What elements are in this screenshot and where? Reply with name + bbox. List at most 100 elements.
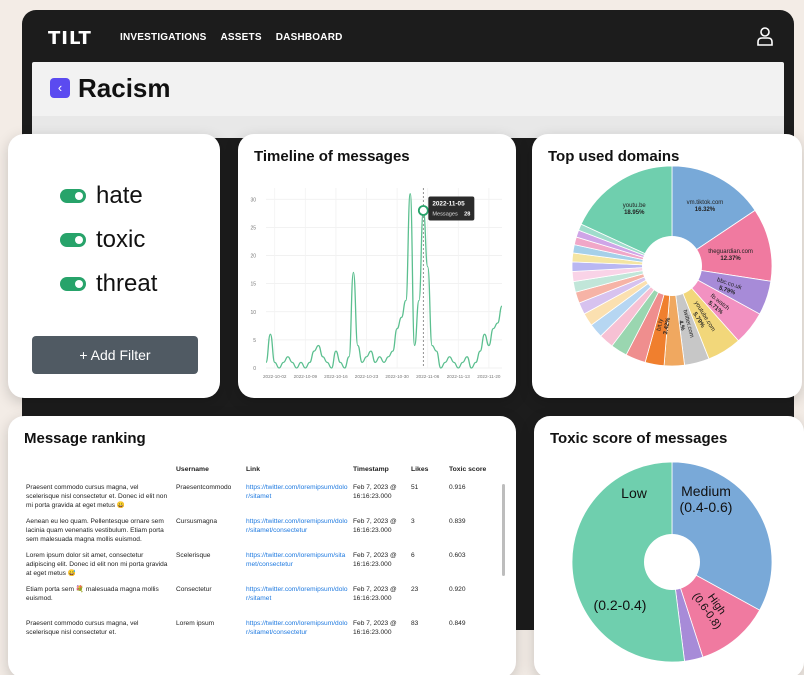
ranking-card: Message ranking Username Link Timestamp … — [8, 416, 516, 675]
slice-label-range: (0.4-0.6) — [680, 499, 733, 515]
username-cell: Lorem ipsum — [176, 620, 215, 627]
filter-label: hate — [96, 182, 143, 209]
x-tick-label: 2022-10-09 — [294, 374, 318, 379]
link-cell[interactable]: https://twitter.com/loremipsum/dolor/sit… — [244, 619, 351, 653]
filter-toxic[interactable]: toxic — [60, 226, 145, 254]
column-header[interactable]: Username — [174, 466, 244, 483]
timeline-card: Timeline of messages 0 5 10 15 20 25 30 2022-10… — [238, 134, 516, 398]
x-tick-label: 2022-10-30 — [385, 374, 409, 379]
likes-cell: 83 — [411, 620, 419, 627]
slice-label-value: 18.95% — [624, 210, 645, 216]
message-cell: Etiam porta sem 💐 malesuada magna mollis… — [26, 586, 159, 602]
tilt-logo[interactable]: TILT — [48, 28, 92, 49]
slice-label: youtu.be18.95% — [623, 203, 647, 216]
message-cell: Praesent commodo cursus magna, vel scele… — [26, 620, 139, 636]
filter-hate[interactable]: hate — [60, 182, 143, 210]
toggle-switch[interactable] — [60, 233, 86, 247]
slice-label-range: (0.2-0.4) — [594, 597, 647, 613]
column-header[interactable]: Likes — [409, 466, 447, 483]
link-cell[interactable]: https://twitter.com/loremipsum/sitamet/c… — [244, 551, 351, 585]
toxic-card: Toxic score of messages Medium (0.4-0.6) H… — [534, 416, 804, 675]
table-row: Aenean eu leo quam. Pellentesque ornare … — [24, 517, 494, 551]
tooltip-date: 2022-11-05 — [432, 201, 465, 208]
y-tick-label: 10 — [250, 310, 256, 316]
tooltip-label: Messages — [432, 212, 458, 218]
timestamp-cell: Feb 7, 2023 @ 16:16:23.000 — [353, 518, 397, 534]
card-title: Timeline of messages — [254, 148, 410, 165]
link-cell[interactable]: https://twitter.com/loremipsum/dolor/sit… — [244, 585, 351, 619]
domains-pie-chart[interactable]: vm.tiktok.com16.32% theguardian.com12.37%… — [532, 134, 802, 398]
table-scrollbar[interactable] — [502, 484, 505, 576]
message-cell: Praesent commodo cursus magna, vel scele… — [26, 484, 168, 509]
column-header-message — [24, 466, 174, 483]
toggle-switch[interactable] — [60, 189, 86, 203]
tooltip-value: 28 — [464, 212, 470, 218]
back-button[interactable]: ‹ — [50, 78, 70, 98]
table-header: Username Link Timestamp Likes Toxic scor… — [24, 466, 494, 483]
link-cell[interactable]: https://twitter.com/loremipsum/dolor/sit… — [244, 517, 351, 551]
table-row: Praesent commodo cursus magna, vel scele… — [24, 619, 494, 653]
score-cell: 0.603 — [449, 552, 466, 559]
y-tick-label: 20 — [250, 254, 256, 260]
timestamp-cell: Feb 7, 2023 @ 16:16:23.000 — [353, 586, 397, 602]
nav-item-dashboard[interactable]: DASHBOARD — [276, 32, 343, 43]
username-cell: Scelerisque — [176, 552, 211, 559]
slice-label-name: Medium — [681, 483, 731, 499]
slice-label: Medium(0.4-0.6) — [680, 483, 733, 515]
timestamp-cell: Feb 7, 2023 @ 16:16:23.000 — [353, 484, 397, 500]
y-tick-label: 25 — [250, 225, 256, 231]
link-cell[interactable]: https://twitter.com/loremipsum/dolor/sit… — [244, 483, 351, 517]
x-tick-label: 2022-11-13 — [447, 374, 471, 379]
nav-item-investigations[interactable]: INVESTIGATIONS — [120, 32, 207, 43]
timestamp-cell: Feb 7, 2023 @ 16:16:23.000 — [353, 552, 397, 568]
username-cell: Praesentcommodo — [176, 484, 232, 491]
toggle-switch[interactable] — [60, 277, 86, 291]
column-header[interactable]: Timestamp — [351, 466, 409, 483]
slice-label-value: 12.37% — [720, 256, 741, 262]
x-tick-label: 2022-11-20 — [477, 374, 501, 379]
column-header[interactable]: Toxic score — [447, 466, 494, 483]
score-cell: 0.849 — [449, 620, 466, 627]
likes-cell: 3 — [411, 518, 415, 525]
slice-label-name: vm.tiktok.com — [687, 200, 724, 206]
filters-card: hate toxic threat + Add Filter — [8, 134, 220, 398]
table-row: Praesent commodo cursus magna, vel scele… — [24, 483, 494, 517]
slice-label-name: theguardian.com — [708, 249, 753, 255]
username-cell: Consectetur — [176, 586, 212, 593]
card-title: Message ranking — [24, 430, 146, 447]
username-cell: Cursusmagna — [176, 518, 218, 525]
likes-cell: 6 — [411, 552, 415, 559]
donut-hole — [642, 236, 702, 296]
column-header[interactable]: Link — [244, 466, 351, 483]
nav-item-assets[interactable]: ASSETS — [221, 32, 262, 43]
highlight-point[interactable] — [417, 205, 429, 216]
slice-label-name: youtu.be — [623, 203, 647, 209]
message-cell: Aenean eu leo quam. Pellentesque ornare … — [26, 518, 164, 543]
filter-threat[interactable]: threat — [60, 270, 157, 298]
domains-card: Top used domains vm.tiktok.com 16.32% theg… — [532, 134, 802, 398]
slice-label-value: 16.32% — [695, 207, 716, 213]
y-tick-label: 30 — [250, 197, 256, 203]
ranking-table: Username Link Timestamp Likes Toxic scor… — [24, 466, 494, 653]
table-row: Etiam porta sem 💐 malesuada magna mollis… — [24, 585, 494, 619]
filter-label: toxic — [96, 226, 146, 253]
chart-tooltip: 2022-11-05 Messages 28 — [428, 196, 475, 221]
x-tick-label: 2022-10-23 — [355, 374, 379, 379]
main-nav: INVESTIGATIONS ASSETS DASHBOARD — [120, 32, 343, 43]
table-row: Lorem ipsum dolor sit amet, consectetur … — [24, 551, 494, 585]
toxic-pie-chart[interactable]: Medium(0.4-0.6)High(0.6-0.8)Low(0.2-0.4) — [534, 416, 804, 675]
x-tick-label: 2022-10-16 — [324, 374, 348, 379]
y-tick-label: 5 — [253, 338, 256, 344]
slice-label-name: Low — [621, 485, 648, 501]
user-icon[interactable] — [756, 26, 774, 46]
score-cell: 0.839 — [449, 518, 466, 525]
y-tick-label: 15 — [250, 282, 256, 288]
add-filter-button[interactable]: + Add Filter — [32, 336, 198, 374]
likes-cell: 23 — [411, 586, 419, 593]
top-navigation-bar: TILT INVESTIGATIONS ASSETS DASHBOARD — [22, 10, 794, 62]
filter-label: threat — [96, 270, 158, 297]
timeline-chart[interactable]: 0 5 10 15 20 25 30 2022-10-02 2022-10-09 2022-10-… — [238, 174, 516, 398]
timestamp-cell: Feb 7, 2023 @ 16:16:23.000 — [353, 620, 397, 636]
x-tick-label: 2022-11-06 — [416, 374, 440, 379]
donut-hole — [644, 534, 700, 590]
